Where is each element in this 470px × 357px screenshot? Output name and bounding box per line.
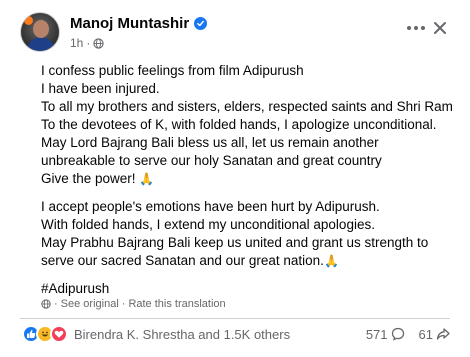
avatar[interactable]	[20, 12, 60, 52]
body-text: serve our sacred Sanatan and our great n…	[41, 253, 324, 268]
separator-dot: ·	[86, 36, 91, 50]
body-line: Give the power! 🙏	[41, 170, 461, 188]
author-row: Manoj Muntashir	[70, 15, 208, 32]
verified-icon	[194, 17, 208, 30]
divider	[20, 318, 450, 319]
comments-count[interactable]: 571	[366, 327, 405, 342]
avatar-body	[27, 37, 55, 51]
avatar-badge	[24, 16, 33, 25]
body-line: With folded hands, I extend my unconditi…	[41, 217, 375, 232]
author-name[interactable]: Manoj Muntashir	[70, 15, 189, 32]
engagement-counts: 571 61	[356, 327, 450, 342]
globe-icon	[93, 37, 104, 49]
post-body: I confess public feelings from film Adip…	[41, 62, 461, 298]
see-original-link[interactable]: See original	[61, 298, 119, 310]
shares-count[interactable]: 61	[419, 327, 450, 342]
post-meta: 1h ·	[70, 36, 104, 50]
translation-row: · See original · Rate this translation	[41, 298, 226, 310]
close-icon	[434, 22, 446, 34]
avatar-face	[33, 20, 49, 38]
body-line: I confess public feelings from film Adip…	[41, 63, 304, 78]
post-header: Manoj Muntashir 1h ·	[20, 12, 450, 54]
body-line: May Prabhu Bajrang Bali keep us united a…	[41, 235, 429, 250]
dot-icon	[421, 26, 425, 30]
close-button[interactable]	[426, 14, 454, 42]
shares-number: 61	[418, 326, 433, 342]
share-icon	[436, 328, 450, 340]
post-time[interactable]: 1h	[70, 36, 83, 50]
globe-icon	[41, 299, 51, 309]
body-line: serve our sacred Sanatan and our great n…	[41, 252, 461, 270]
dot-icon	[407, 26, 411, 30]
body-line: unbreakable to serve our holy Sanatan an…	[41, 153, 382, 168]
comments-number: 571	[365, 326, 388, 342]
body-line: To the devotees of K, with folded hands,…	[41, 117, 437, 132]
body-line: I have been injured.	[41, 81, 160, 96]
rate-translation-link[interactable]: Rate this translation	[128, 298, 225, 310]
body-line: May Lord Bajrang Bali bless us all, let …	[41, 135, 379, 150]
love-reaction-icon	[50, 325, 68, 343]
reaction-icons[interactable]	[22, 325, 68, 343]
dot-icon	[414, 26, 418, 30]
body-line: To all my brothers and sisters, elders, …	[41, 99, 453, 114]
separator-dot: ·	[121, 298, 126, 310]
post-stats: Birendra K. Shrestha and 1.5K others 571…	[22, 322, 450, 346]
body-text: Give the power!	[41, 171, 136, 186]
pray-emoji: 🙏	[323, 254, 339, 268]
comment-icon	[391, 327, 404, 341]
body-line: I accept people's emotions have been hur…	[41, 199, 380, 214]
reactors-text[interactable]: Birendra K. Shrestha and 1.5K others	[74, 327, 290, 342]
facebook-post: Manoj Muntashir 1h · I confess public fe…	[0, 0, 470, 357]
hashtag-link[interactable]: #Adipurush	[41, 280, 461, 298]
separator-dot: ·	[54, 298, 58, 310]
pray-emoji: 🙏	[139, 172, 155, 186]
